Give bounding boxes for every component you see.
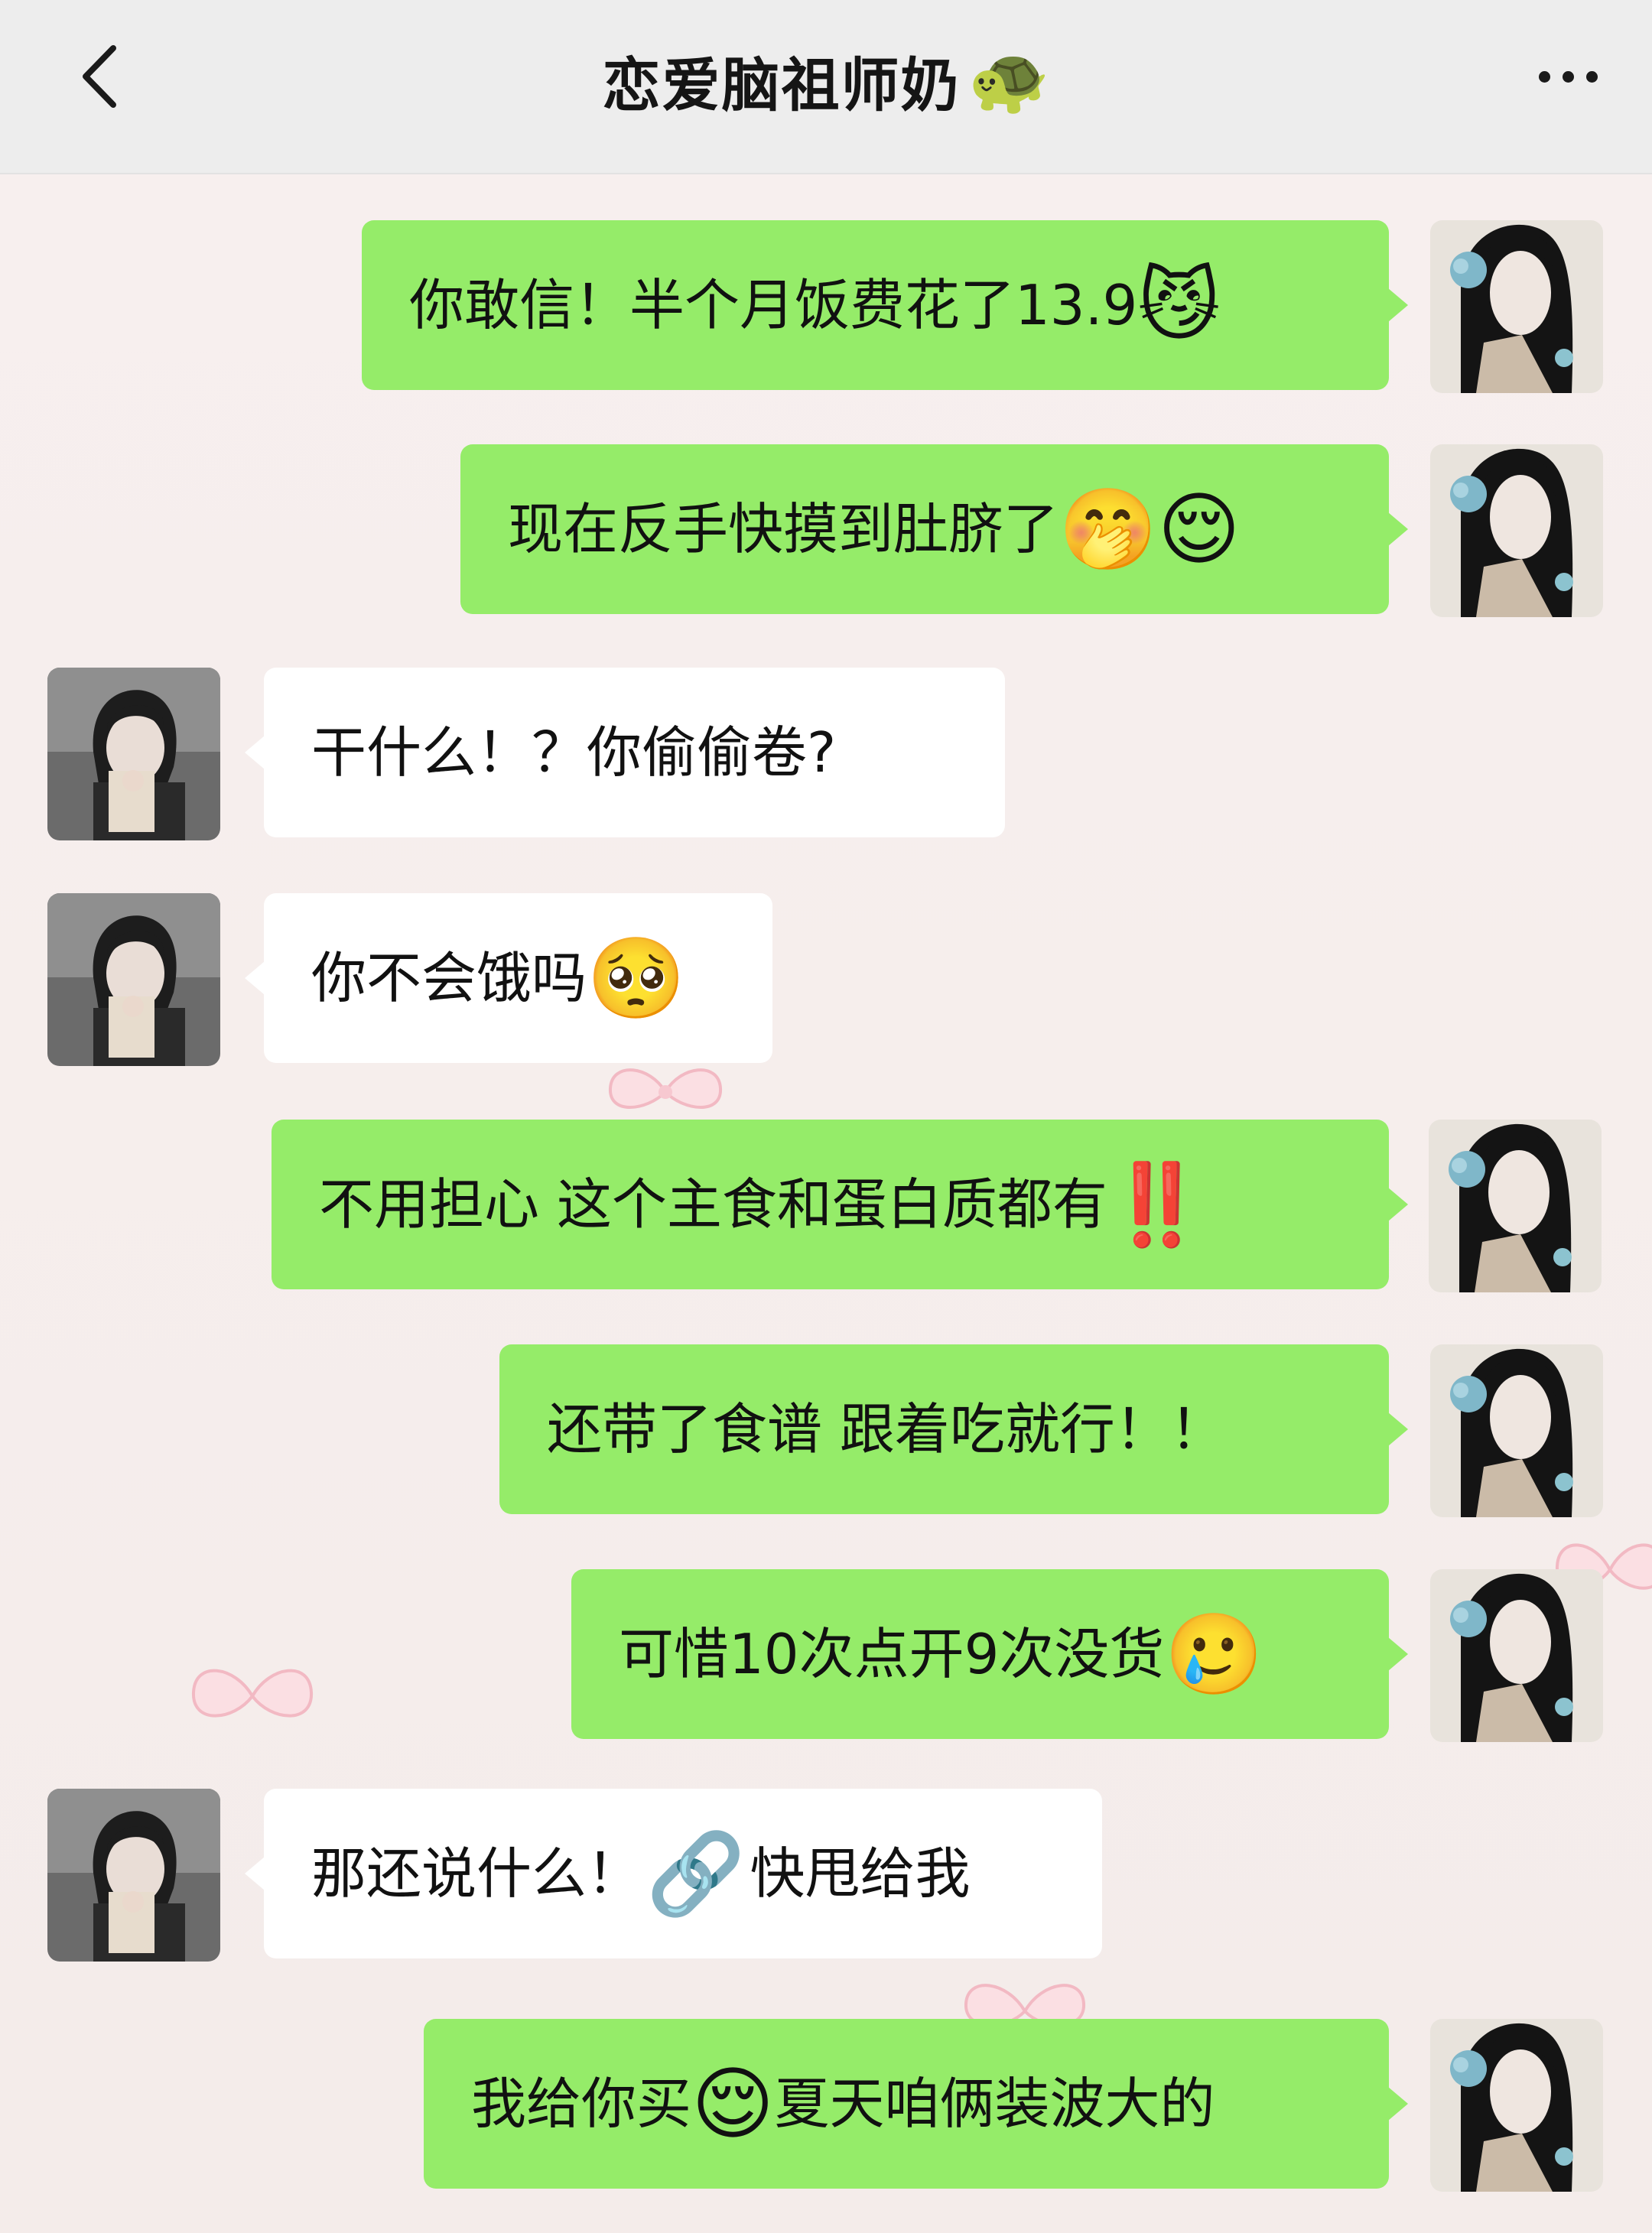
- bubble-tail: [245, 736, 265, 769]
- my-message-bubble[interactable]: 你敢信！半个月饭费花了13.9 😼: [362, 220, 1389, 390]
- message-text: 不用担心 这个主食和蛋白质都有: [319, 1172, 1107, 1237]
- message-text: 快甩给我: [750, 1841, 971, 1906]
- link-icon: 🔗: [646, 1827, 746, 1920]
- message-text: 夏天咱俩装波大的: [774, 2072, 1215, 2136]
- more-dots-icon: [1562, 70, 1574, 83]
- double-exclamation-icon: ‼️: [1107, 1158, 1207, 1251]
- my-avatar[interactable]: [1430, 220, 1603, 393]
- doge-emoji-icon: 😼: [1137, 258, 1221, 352]
- my-message-bubble[interactable]: 还带了食谱 跟着吃就行！！: [499, 1344, 1389, 1514]
- my-avatar[interactable]: [1429, 1120, 1602, 1292]
- chat-message-row: 干什么！？你偷偷卷?: [0, 668, 1652, 840]
- message-text: 我给你买: [471, 2072, 692, 2136]
- my-message-bubble[interactable]: 现在反手快摸到肚脐了 🤭😌: [460, 444, 1389, 614]
- chat-message-row: 你不会饿吗 🥺: [0, 893, 1652, 1066]
- chat-message-row: 还带了食谱 跟着吃就行！！: [0, 1344, 1652, 1517]
- bubble-tail: [1388, 1412, 1408, 1446]
- contact-avatar[interactable]: [47, 668, 220, 840]
- bubble-tail: [245, 1857, 265, 1890]
- contact-avatar[interactable]: [47, 1789, 220, 1962]
- bubble-tail: [1388, 2087, 1408, 2121]
- chat-message-row: 你敢信！半个月饭费花了13.9 😼: [0, 220, 1652, 393]
- bubble-tail: [245, 961, 265, 995]
- my-avatar[interactable]: [1430, 444, 1603, 617]
- message-text: 可惜10次点开9次没货: [619, 1622, 1165, 1686]
- message-text: 你不会饿吗: [311, 946, 587, 1010]
- message-text: 现在反手快摸到肚脐了: [508, 497, 1059, 561]
- contact-message-bubble[interactable]: 干什么！？你偷偷卷?: [264, 668, 1005, 837]
- bubble-tail: [1388, 288, 1408, 322]
- chat-message-row: 那还说什么！ 🔗 快甩给我: [0, 1789, 1652, 1962]
- message-text: 还带了食谱 跟着吃就行！！: [547, 1397, 1225, 1461]
- chat-header: 恋爱脑祖师奶 🐢: [0, 0, 1652, 174]
- pleading-face-emoji-icon: 🥺: [587, 931, 686, 1025]
- face-emoji-icon: 🤭😌: [1059, 483, 1241, 576]
- bubble-tail: [1388, 512, 1408, 546]
- my-avatar[interactable]: [1430, 1569, 1603, 1742]
- smiling-tear-emoji-icon: 🥲: [1164, 1607, 1263, 1701]
- more-options-button[interactable]: [1514, 31, 1621, 122]
- chat-message-row: 可惜10次点开9次没货 🥲: [0, 1569, 1652, 1742]
- my-avatar[interactable]: [1430, 2019, 1603, 2192]
- chat-title: 恋爱脑祖师奶: [602, 51, 961, 119]
- bubble-tail: [1388, 1637, 1408, 1671]
- turtle-emoji-icon: 🐢: [967, 42, 1050, 119]
- contact-message-bubble[interactable]: 你不会饿吗 🥺: [264, 893, 772, 1063]
- my-message-bubble[interactable]: 我给你买 😌 夏天咱俩装波大的: [424, 2019, 1389, 2189]
- contact-message-bubble[interactable]: 那还说什么！ 🔗 快甩给我: [264, 1789, 1102, 1958]
- chat-message-row: 我给你买 😌 夏天咱俩装波大的: [0, 2019, 1652, 2192]
- more-dots-icon: [1538, 70, 1550, 83]
- chat-message-area[interactable]: 你敢信！半个月饭费花了13.9 😼 现在反手快摸到肚脐了 🤭😌 干什么！？你偷偷…: [0, 174, 1652, 2233]
- chat-title-group: 恋爱脑祖师奶 🐢: [0, 31, 1652, 130]
- my-message-bubble[interactable]: 不用担心 这个主食和蛋白质都有 ‼️: [272, 1120, 1389, 1289]
- chat-message-row: 现在反手快摸到肚脐了 🤭😌: [0, 444, 1652, 617]
- contact-avatar[interactable]: [47, 893, 220, 1066]
- my-avatar[interactable]: [1430, 1344, 1603, 1517]
- chat-message-row: 不用担心 这个主食和蛋白质都有 ‼️: [0, 1120, 1652, 1292]
- message-text: 那还说什么！: [311, 1841, 642, 1906]
- message-text: 你敢信！半个月饭费花了13.9: [409, 273, 1138, 337]
- more-dots-icon: [1585, 70, 1598, 83]
- bow-decoration-icon: [608, 1068, 723, 1109]
- my-message-bubble[interactable]: 可惜10次点开9次没货 🥲: [571, 1569, 1389, 1739]
- message-text: 干什么！？你偷偷卷?: [311, 720, 837, 785]
- relieved-face-emoji-icon: 😌: [691, 2057, 775, 2150]
- bubble-tail: [1388, 1188, 1408, 1221]
